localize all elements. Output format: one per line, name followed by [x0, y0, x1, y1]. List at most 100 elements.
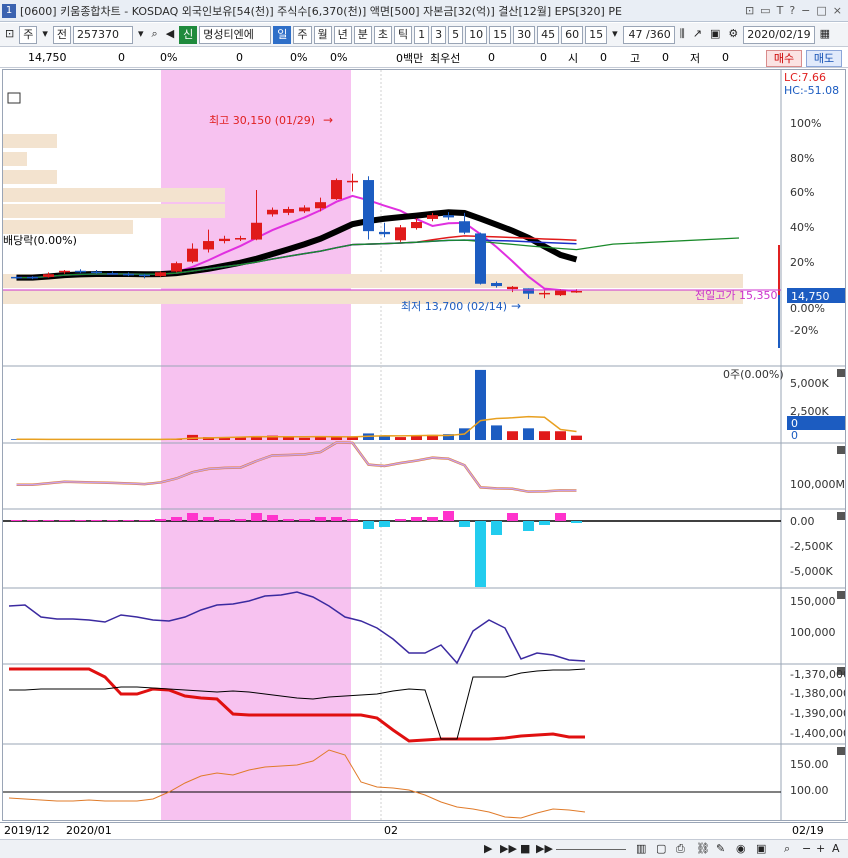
date-input[interactable]: 2020/02/19 — [743, 25, 815, 44]
sell-button[interactable]: 매도 — [806, 50, 842, 67]
chevron-down-icon[interactable]: ▾ — [39, 26, 51, 44]
interval-60[interactable]: 60 — [561, 25, 584, 44]
volume-zero: 0 — [791, 429, 798, 442]
stock-code-input[interactable]: 257370 — [73, 25, 133, 44]
period-select[interactable]: 주 — [19, 25, 38, 44]
indicator3-y-axis: 150.00 100.00 — [790, 758, 829, 797]
next-icon[interactable]: ▶▶ — [536, 842, 553, 855]
foreign-net-bar — [171, 517, 182, 521]
best-bid: 0 — [540, 51, 547, 64]
tool-icon[interactable]: ✎ — [716, 842, 725, 855]
close-icon[interactable]: × — [833, 4, 842, 17]
stop-icon[interactable]: ■ — [520, 842, 530, 855]
candle-body — [171, 263, 182, 272]
restore-icon[interactable]: ▭ — [760, 4, 770, 17]
fast-forward-icon[interactable]: ▶▶ — [500, 842, 517, 855]
price-tick: 100% — [790, 117, 821, 130]
panel-close-icon[interactable] — [837, 512, 845, 520]
period-second[interactable]: 초 — [373, 25, 393, 44]
volume-bar — [555, 431, 566, 440]
search-icon[interactable]: ⌕ — [784, 842, 790, 856]
chart-menu-icon[interactable]: ⊡ — [2, 26, 17, 44]
link-icon[interactable]: ⛓ — [696, 842, 710, 855]
panel-menu-icon[interactable] — [7, 92, 21, 104]
price-tick: 60% — [790, 186, 814, 199]
quote-turnover-rate: 0% — [330, 51, 348, 64]
period-day[interactable]: 일 — [273, 25, 292, 44]
scroll-slider[interactable] — [556, 849, 626, 850]
indicator1-tick: 150,000 — [790, 595, 836, 608]
foreign-y-axis: 0.00 -2,500K -5,000K — [790, 515, 833, 578]
candle-body — [27, 276, 38, 279]
candle-body — [75, 270, 86, 273]
interval-5[interactable]: 5 — [448, 25, 464, 44]
volume-bar — [395, 437, 406, 440]
candle-body — [11, 276, 22, 279]
bars-icon[interactable]: ⫼ — [677, 26, 688, 44]
interval-15[interactable]: 15 — [489, 25, 512, 44]
layout-icon[interactable]: ▣ — [756, 842, 766, 855]
minimize-icon[interactable]: − — [801, 4, 810, 17]
indicator2-tick: -1,380,000 — [790, 687, 845, 700]
print-icon[interactable]: ⎙ — [676, 842, 685, 856]
panel-close-icon[interactable] — [837, 369, 845, 377]
period-tick[interactable]: 틱 — [394, 25, 413, 44]
search-icon[interactable]: ⌕ — [149, 26, 161, 44]
period-year[interactable]: 년 — [333, 25, 352, 44]
camera-icon[interactable]: ◉ — [736, 842, 746, 855]
zoom-out-icon[interactable]: − — [802, 842, 811, 855]
save-icon[interactable]: ▣ — [707, 26, 723, 44]
range-label[interactable]: 전 — [52, 25, 71, 44]
interval-1[interactable]: 1 — [414, 25, 430, 44]
help-icon[interactable]: ? — [789, 4, 795, 17]
price-tick: 20% — [790, 256, 814, 269]
gear-icon[interactable]: ⚙ — [725, 26, 741, 44]
period-week[interactable]: 주 — [293, 25, 312, 44]
maximize-icon[interactable]: □ — [816, 4, 826, 17]
indicator2-tick: -1,390,000 — [790, 707, 845, 720]
window-number: 1 — [2, 3, 16, 18]
chart-area[interactable]: LC:7.66 HC:-51.08 100% 80% 60% 40% 20% 0… — [2, 69, 848, 821]
text-icon[interactable]: T — [777, 4, 784, 17]
trend-icon[interactable]: ↗ — [690, 26, 705, 44]
zoom-in-icon[interactable]: + — [816, 842, 825, 855]
low-value: 0 — [722, 51, 729, 64]
candle-body — [139, 274, 150, 277]
interval-45[interactable]: 45 — [537, 25, 560, 44]
buy-button[interactable]: 매수 — [766, 50, 802, 67]
chevron-down-icon[interactable]: ▾ — [609, 26, 621, 44]
play-icon[interactable]: ▶ — [484, 842, 492, 855]
period-minute[interactable]: 분 — [353, 25, 372, 44]
low-note: 최저 13,700 (02/14) — [401, 300, 507, 313]
panel-close-icon[interactable] — [837, 446, 845, 454]
candle-body — [363, 180, 374, 232]
interval-10[interactable]: 10 — [465, 25, 488, 44]
interval-3[interactable]: 3 — [431, 25, 447, 44]
indicator2-tick: -1,370,000 — [790, 668, 845, 681]
foreign-net-bar — [11, 520, 22, 521]
foreign-net-bar — [395, 519, 406, 521]
calendar-icon[interactable]: ▦ — [817, 26, 833, 44]
link-icon[interactable]: ⊡ — [745, 4, 754, 17]
candle-body — [123, 273, 134, 276]
speaker-icon[interactable]: ◀ — [163, 26, 177, 44]
stock-name[interactable]: 명성티엔에 — [199, 25, 272, 44]
candle-body — [347, 180, 358, 183]
interval-30[interactable]: 30 — [513, 25, 536, 44]
chevron-down-icon[interactable]: ▾ — [135, 26, 147, 44]
date-label: 02 — [384, 824, 398, 837]
chart-svg[interactable]: LC:7.66 HC:-51.08 100% 80% 60% 40% 20% 0… — [3, 70, 848, 820]
chart-type-icon[interactable]: ▥ — [636, 842, 646, 855]
count-select[interactable]: 15 — [585, 25, 608, 44]
panel-close-icon[interactable] — [837, 591, 845, 599]
text-size-icon[interactable]: A — [832, 842, 840, 855]
candle-body — [571, 291, 582, 293]
display-icon[interactable]: ▢ — [656, 842, 666, 855]
open-value: 0 — [600, 51, 607, 64]
period-month[interactable]: 월 — [313, 25, 332, 44]
foreign-net-bar — [59, 520, 70, 521]
panel-close-icon[interactable] — [837, 747, 845, 755]
foreign-net-bar — [219, 519, 230, 521]
indicator1-tick: 100,000 — [790, 626, 836, 639]
foreign-net-bar — [427, 517, 438, 521]
